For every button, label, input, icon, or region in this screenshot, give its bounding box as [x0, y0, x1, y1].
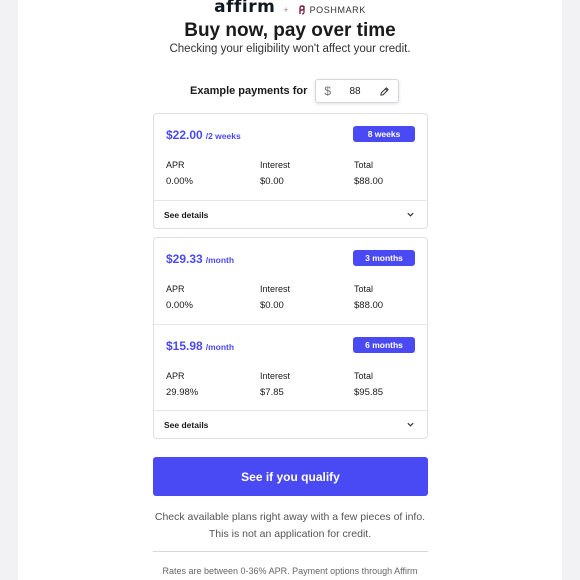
- plan-price: $22.00/2 weeks: [166, 128, 241, 142]
- plan-term-badge: 3 months: [353, 250, 415, 266]
- plan-price-amount: $22.00: [166, 128, 203, 142]
- interest-value: $0.00: [260, 300, 284, 311]
- see-details-toggle[interactable]: See details: [154, 200, 427, 228]
- total-value: $95.85: [354, 387, 384, 398]
- plan-apr: APR 0.00%: [166, 160, 193, 187]
- interest-value: $0.00: [260, 176, 284, 187]
- eligibility-note: Check available plans right away with a …: [0, 509, 580, 543]
- apr-value: 0.00%: [166, 176, 193, 187]
- page-title: Buy now, pay over time: [184, 20, 396, 41]
- example-amount-label: Example payments for: [190, 85, 308, 97]
- poshmark-logo: POSHMARK: [297, 4, 366, 16]
- plan-price-period: /month: [205, 342, 235, 352]
- interest-label: Interest: [260, 284, 291, 294]
- affirm-logo: affirm: [214, 0, 276, 17]
- page-subtitle: Checking your eligibility won't affect y…: [169, 43, 411, 55]
- interest-label: Interest: [260, 160, 291, 170]
- apr-label: APR: [166, 160, 185, 170]
- apr-label: APR: [166, 284, 185, 294]
- currency-symbol: $: [324, 84, 332, 98]
- plan-apr: APR 29.98%: [166, 371, 198, 398]
- plan-option[interactable]: $15.98/month 6 months APR 29.98% Interest…: [154, 324, 427, 410]
- plan-term-badge: 6 months: [353, 337, 415, 353]
- total-value: $88.00: [354, 176, 384, 187]
- chevron-down-icon: [407, 212, 414, 217]
- logo-bar: affirm + POSHMARK: [0, 0, 580, 16]
- total-label: Total: [354, 371, 374, 381]
- plan-total: Total $95.85: [354, 371, 383, 398]
- interest-value: $7.85: [260, 387, 284, 398]
- plan-price-period: /2 weeks: [205, 131, 241, 141]
- plan-interest: Interest $7.85: [260, 371, 290, 398]
- poshmark-wordmark: POSHMARK: [309, 5, 366, 15]
- see-if-you-qualify-button[interactable]: See if you qualify: [153, 457, 428, 496]
- example-amount-row: Example payments for $ 88: [190, 79, 400, 103]
- apr-label: APR: [166, 371, 185, 381]
- plan-option[interactable]: $29.33/month 3 months APR 0.00% Interest $…: [154, 238, 427, 324]
- interest-label: Interest: [260, 371, 291, 381]
- plan-option[interactable]: $22.00/2 weeks 8 weeks APR 0.00% Interest…: [154, 114, 427, 200]
- total-label: Total: [354, 160, 374, 170]
- rates-disclaimer: Rates are between 0-36% APR. Payment opt…: [162, 566, 418, 576]
- pencil-icon[interactable]: [379, 86, 390, 97]
- eligibility-note-line-1: Check available plans right away with a …: [154, 511, 426, 523]
- plan-total: Total $88.00: [354, 160, 383, 187]
- amount-value[interactable]: 88: [345, 86, 365, 97]
- plan-interest: Interest $0.00: [260, 284, 290, 311]
- apr-value: 0.00%: [166, 300, 193, 311]
- plan-term-badge: 8 weeks: [353, 126, 415, 142]
- total-value: $88.00: [354, 300, 384, 311]
- plan-apr: APR 0.00%: [166, 284, 193, 311]
- see-details-label: See details: [164, 209, 209, 220]
- chevron-down-icon: [407, 422, 414, 427]
- amount-input[interactable]: $ 88: [315, 79, 400, 103]
- plan-price: $15.98/month: [166, 339, 234, 353]
- plan-total: Total $88.00: [354, 284, 383, 311]
- plan-card-biweekly: $22.00/2 weeks 8 weeks APR 0.00% Interest…: [153, 113, 428, 229]
- plan-price-period: /month: [205, 255, 235, 265]
- plan-card-monthly: $29.33/month 3 months APR 0.00% Interest $…: [153, 237, 428, 439]
- plan-interest: Interest $0.00: [260, 160, 290, 187]
- divider: [153, 551, 428, 552]
- apr-value: 29.98%: [166, 387, 199, 398]
- plan-price-amount: $29.33: [166, 252, 203, 266]
- total-label: Total: [354, 284, 374, 294]
- plan-price-amount: $15.98: [166, 339, 203, 353]
- see-details-label: See details: [164, 419, 209, 430]
- poshmark-icon: [298, 5, 305, 15]
- eligibility-note-line-2: This is not an application for credit.: [208, 528, 372, 540]
- plan-price: $29.33/month: [166, 252, 234, 266]
- logo-separator: +: [283, 5, 289, 15]
- see-details-toggle[interactable]: See details: [154, 410, 427, 438]
